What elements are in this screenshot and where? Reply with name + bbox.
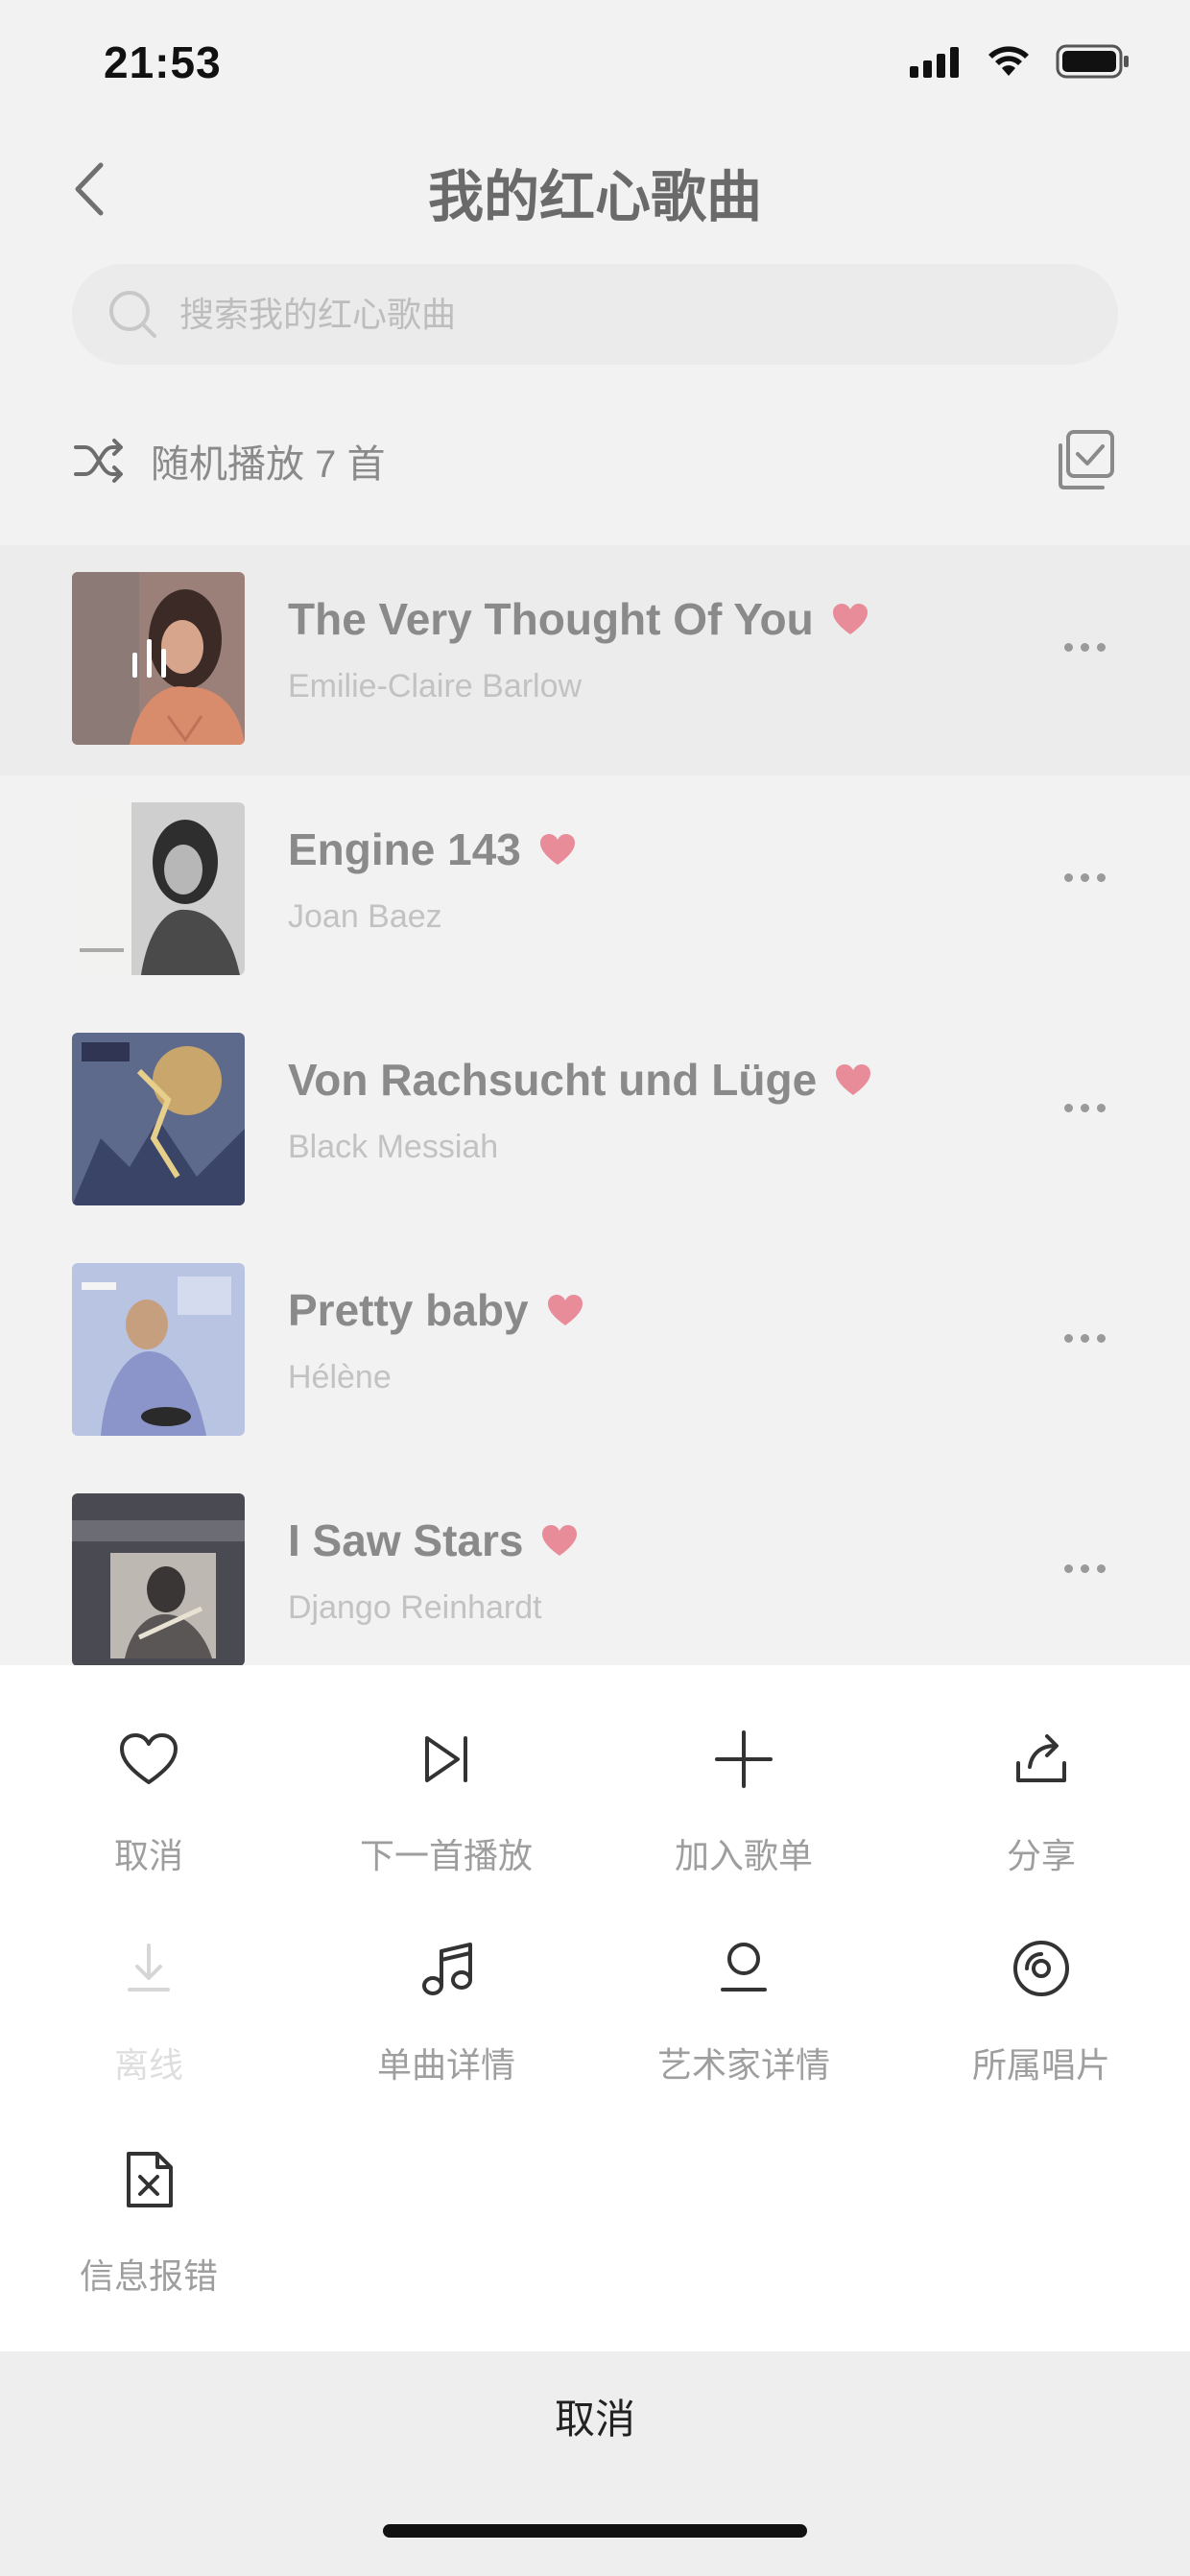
song-title-row: The Very Thought Of You: [288, 593, 869, 645]
play-next-icon: [412, 1725, 481, 1794]
report-error-icon: [114, 2145, 183, 2214]
plus-icon: [709, 1725, 778, 1794]
album-cover: [72, 802, 245, 975]
cancel-button[interactable]: 取消: [0, 2351, 1190, 2481]
album-cover: [72, 1493, 245, 1665]
song-artist: Hélène: [288, 1359, 392, 1395]
status-icons: [910, 44, 1130, 79]
disc-icon: [1007, 1934, 1076, 2003]
multi-select-icon[interactable]: [1055, 428, 1118, 491]
action-label: 艺术家详情: [656, 2045, 830, 2085]
more-options-icon[interactable]: [1064, 1104, 1106, 1112]
song-list: The Very Thought Of You Emilie-Claire Ba…: [0, 545, 1190, 1665]
nav-bar: 我的红心歌曲: [0, 134, 1190, 240]
song-title: The Very Thought Of You: [288, 594, 814, 644]
album-cover: [72, 1033, 245, 1205]
shuffle-icon: [74, 439, 123, 483]
action-label: 下一首播放: [359, 1836, 533, 1875]
favorites-page: 21:53 我的红心歌曲 搜索我的红心歌曲 随机播放 7 首 The Very …: [0, 0, 1190, 1665]
song-title-row: Von Rachsucht und Lüge: [288, 1054, 872, 1106]
song-row[interactable]: The Very Thought Of You Emilie-Claire Ba…: [0, 545, 1190, 775]
liked-heart-icon[interactable]: [831, 602, 869, 636]
action-label: 所属唱片: [971, 2045, 1110, 2085]
song-title-row: I Saw Stars: [288, 1515, 579, 1566]
action-label: 取消: [113, 1836, 183, 1875]
artist-icon: [709, 1934, 778, 2003]
more-options-icon[interactable]: [1064, 1334, 1106, 1343]
cellular-signal-icon: [910, 47, 959, 78]
liked-heart-icon[interactable]: [538, 832, 577, 867]
status-bar: 21:53: [0, 0, 1190, 130]
action-label: 加入歌单: [674, 1836, 813, 1875]
song-title: Engine 143: [288, 824, 521, 874]
song-row[interactable]: Pretty baby Hélène: [0, 1236, 1190, 1467]
song-title-row: Engine 143: [288, 823, 577, 875]
album-button[interactable]: 所属唱片: [892, 1874, 1190, 2085]
action-label: 分享: [1006, 1836, 1076, 1875]
song-title: I Saw Stars: [288, 1515, 524, 1565]
unlike-button[interactable]: 取消: [0, 1665, 298, 1875]
search-icon: [109, 290, 156, 338]
play-next-button[interactable]: 下一首播放: [298, 1665, 595, 1875]
search-input[interactable]: [179, 294, 1043, 335]
page-title: 我的红心歌曲: [427, 166, 762, 228]
action-label: 单曲详情: [376, 2045, 515, 2085]
song-artist: Emilie-Claire Barlow: [288, 668, 583, 704]
playing-indicator-icon: [132, 639, 166, 678]
report-error-button[interactable]: 信息报错: [0, 2086, 298, 2296]
action-label: 离线: [113, 2045, 183, 2085]
action-label: 信息报错: [79, 2256, 218, 2296]
status-time: 21:53: [104, 37, 222, 87]
search-bar[interactable]: [72, 264, 1118, 365]
share-icon: [1007, 1725, 1076, 1794]
shuffle-play-label: 随机播放 7 首: [151, 443, 386, 486]
heart-outline-icon: [114, 1725, 183, 1794]
add-to-playlist-button[interactable]: 加入歌单: [595, 1665, 892, 1875]
song-artist: Django Reinhardt: [288, 1589, 542, 1626]
action-sheet: 取消 下一首播放 加入歌单 分享 离线 单曲详情 艺术家详情 所属唱片 信息报错…: [0, 1665, 1190, 2576]
song-row[interactable]: Engine 143 Joan Baez: [0, 775, 1190, 1006]
cancel-bar: 取消: [0, 2351, 1190, 2576]
album-cover: [72, 1263, 245, 1436]
more-options-icon[interactable]: [1064, 643, 1106, 652]
liked-heart-icon[interactable]: [546, 1293, 584, 1327]
album-cover: [72, 572, 245, 745]
battery-icon: [1056, 44, 1129, 79]
wifi-icon: [988, 46, 1029, 76]
home-indicator[interactable]: [383, 2524, 807, 2538]
liked-heart-icon[interactable]: [834, 1062, 872, 1097]
liked-heart-icon[interactable]: [540, 1523, 579, 1558]
song-artist: Black Messiah: [288, 1129, 499, 1165]
more-options-icon[interactable]: [1064, 1564, 1106, 1573]
offline-download-button[interactable]: 离线: [0, 1874, 298, 2085]
share-button[interactable]: 分享: [892, 1665, 1190, 1875]
more-options-icon[interactable]: [1064, 873, 1106, 882]
song-title: Von Rachsucht und Lüge: [288, 1055, 818, 1105]
music-note-icon: [412, 1934, 481, 2003]
song-title-row: Pretty baby: [288, 1284, 584, 1336]
song-artist: Joan Baez: [288, 898, 442, 935]
download-icon: [114, 1934, 183, 2003]
shuffle-play-row[interactable]: 随机播放 7 首: [72, 422, 1118, 499]
song-row[interactable]: Von Rachsucht und Lüge Black Messiah: [0, 1006, 1190, 1236]
artist-details-button[interactable]: 艺术家详情: [595, 1874, 892, 2085]
song-title: Pretty baby: [288, 1285, 529, 1335]
song-details-button[interactable]: 单曲详情: [298, 1874, 595, 2085]
song-row[interactable]: I Saw Stars Django Reinhardt: [0, 1467, 1190, 1665]
